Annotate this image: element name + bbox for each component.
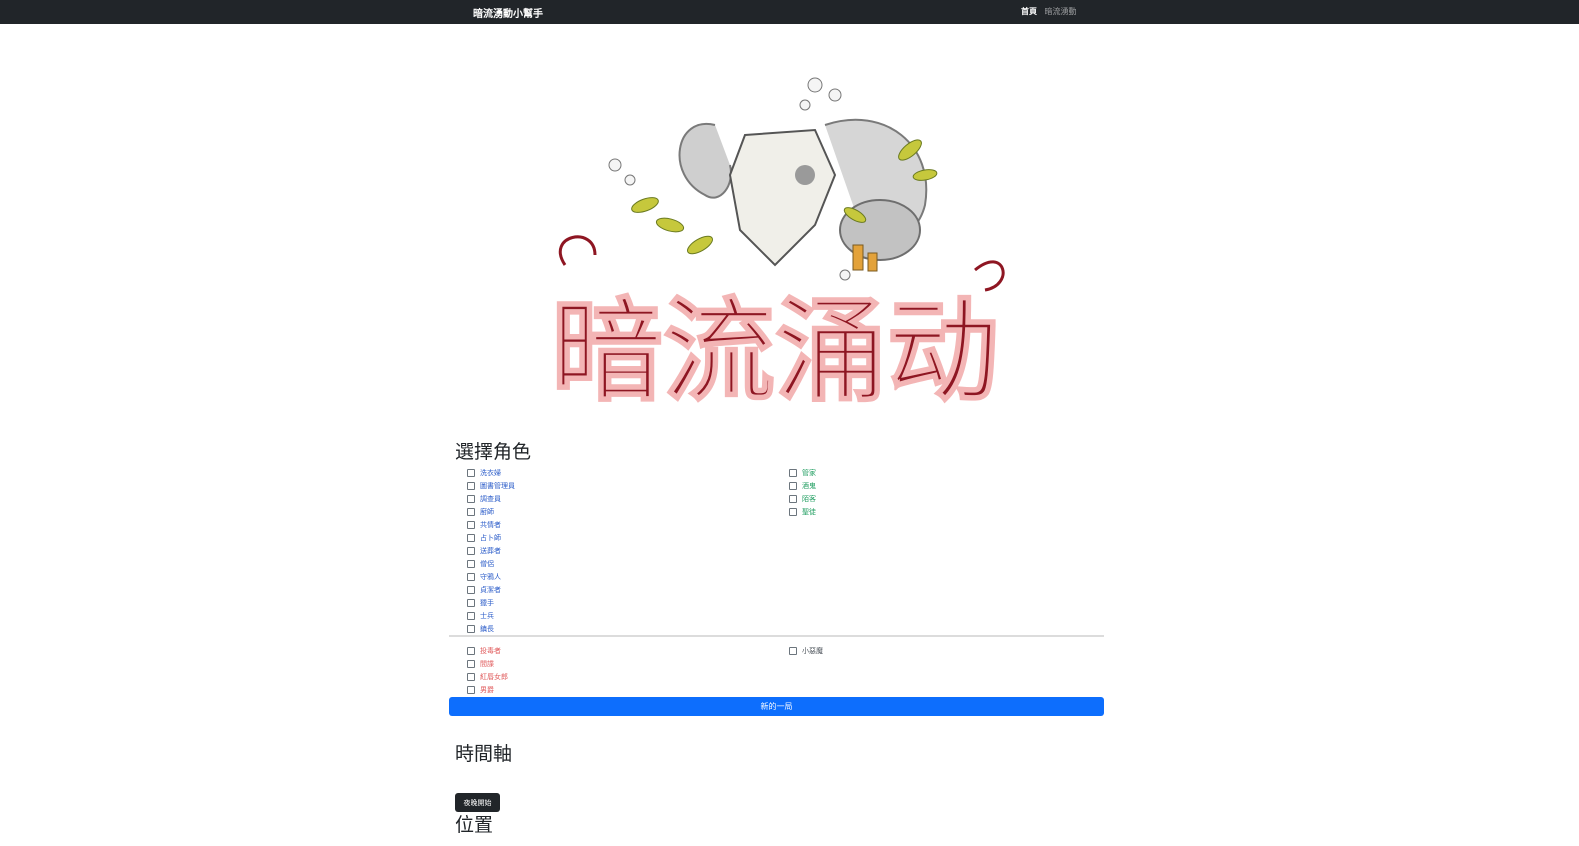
role-label: 管家 — [802, 468, 816, 477]
ram-skull — [728, 128, 837, 267]
role-checkbox[interactable] — [467, 611, 475, 620]
role-section-heading: 選擇角色 — [455, 441, 532, 463]
role-checkbox-item[interactable]: 守鴉人 — [467, 570, 515, 583]
role-checkbox[interactable] — [467, 481, 475, 490]
role-label: 占卜師 — [480, 533, 501, 542]
role-checkbox-item[interactable]: 管家 — [789, 466, 816, 479]
role-checkbox-item[interactable]: 貞潔者 — [467, 583, 515, 596]
role-label: 間諜 — [480, 659, 494, 668]
top-navbar: 暗流湧動小幫手 首頁 暗流湧動 — [0, 0, 1579, 24]
role-checkbox-item[interactable]: 間諜 — [467, 657, 508, 670]
role-checkbox[interactable] — [467, 598, 475, 607]
role-checkbox[interactable] — [467, 533, 475, 542]
role-label: 酒鬼 — [802, 481, 816, 490]
game-logo-image: 暗流涌动 — [550, 77, 1005, 418]
role-checkbox-item[interactable]: 占卜師 — [467, 531, 515, 544]
demon-list: 小惡魔 — [789, 644, 823, 657]
role-checkbox-item[interactable]: 送葬者 — [467, 544, 515, 557]
role-checkbox-item[interactable]: 聖徒 — [789, 505, 816, 518]
new-game-button[interactable]: 新的一局 — [449, 697, 1104, 716]
role-checkbox[interactable] — [789, 481, 797, 490]
skull-eye — [795, 165, 815, 185]
potion-bottle — [867, 252, 878, 272]
role-checkbox-item[interactable]: 圖書管理員 — [467, 479, 515, 492]
role-label: 貞潔者 — [480, 585, 501, 594]
role-label: 投毒者 — [480, 646, 501, 655]
role-label: 士兵 — [480, 611, 494, 620]
role-checkbox-item[interactable]: 鎮長 — [467, 622, 515, 635]
role-checkbox-item[interactable]: 僧侶 — [467, 557, 515, 570]
role-label: 紅唇女郎 — [480, 672, 508, 681]
role-checkbox[interactable] — [789, 468, 797, 477]
potion-bottle — [852, 244, 864, 271]
role-checkbox[interactable] — [467, 520, 475, 529]
nav-links: 首頁 暗流湧動 — [1021, 6, 1082, 17]
role-checkbox[interactable] — [789, 646, 797, 655]
role-label: 調查員 — [480, 494, 501, 503]
left-horn — [678, 122, 732, 199]
role-checkbox-item[interactable]: 紅唇女郎 — [467, 670, 508, 683]
nav-link-home[interactable]: 首頁 — [1021, 7, 1037, 16]
role-checkbox-item[interactable]: 共情者 — [467, 518, 515, 531]
role-checkbox[interactable] — [467, 585, 475, 594]
role-label: 小惡魔 — [802, 646, 823, 655]
role-checkbox-item[interactable]: 酒鬼 — [789, 479, 816, 492]
role-checkbox-item[interactable]: 陌客 — [789, 492, 816, 505]
navbar-brand[interactable]: 暗流湧動小幫手 — [473, 5, 543, 20]
role-label: 鎮長 — [480, 624, 494, 633]
logo-title: 暗流涌动 — [551, 286, 999, 417]
role-checkbox-item[interactable]: 洗衣婦 — [467, 466, 515, 479]
role-label: 共情者 — [480, 520, 501, 529]
role-label: 獵手 — [480, 598, 494, 607]
role-checkbox-item[interactable]: 調查員 — [467, 492, 515, 505]
role-checkbox-item[interactable]: 士兵 — [467, 609, 515, 622]
role-checkbox-item[interactable]: 獵手 — [467, 596, 515, 609]
role-checkbox-item[interactable]: 男爵 — [467, 683, 508, 696]
role-label: 聖徒 — [802, 507, 816, 516]
role-label: 洗衣婦 — [480, 468, 501, 477]
role-checkbox[interactable] — [467, 659, 475, 668]
role-label: 圖書管理員 — [480, 481, 515, 490]
role-checkbox-item[interactable]: 小惡魔 — [789, 644, 823, 657]
role-label: 男爵 — [480, 685, 494, 694]
role-checkbox[interactable] — [467, 646, 475, 655]
role-label: 送葬者 — [480, 546, 501, 555]
role-label: 守鴉人 — [480, 572, 501, 581]
role-label: 陌客 — [802, 494, 816, 503]
role-checkbox[interactable] — [467, 672, 475, 681]
timeline-heading: 時間軸 — [455, 743, 513, 765]
outsider-list: 管家 酒鬼 陌客 聖徒 — [789, 466, 816, 518]
role-checkbox[interactable] — [467, 685, 475, 694]
role-checkbox[interactable] — [467, 507, 475, 516]
role-checkbox[interactable] — [467, 572, 475, 581]
role-checkbox-item[interactable]: 廚師 — [467, 505, 515, 518]
role-checkbox[interactable] — [467, 468, 475, 477]
role-label: 僧侶 — [480, 559, 494, 568]
role-checkbox[interactable] — [467, 494, 475, 503]
position-heading: 位置 — [455, 814, 494, 836]
role-checkbox[interactable] — [789, 507, 797, 516]
role-checkbox[interactable] — [467, 624, 475, 633]
role-checkbox-item[interactable]: 投毒者 — [467, 644, 508, 657]
role-checkbox[interactable] — [789, 494, 797, 503]
townsfolk-list: 洗衣婦圖書管理員調查員廚師共情者占卜師送葬者僧侶守鴉人貞潔者獵手士兵鎮長 — [467, 466, 515, 635]
role-checkbox[interactable] — [467, 546, 475, 555]
role-checkbox[interactable] — [467, 559, 475, 568]
role-divider — [449, 635, 1104, 637]
role-label: 廚師 — [480, 507, 494, 516]
minion-list: 投毒者間諜紅唇女郎男爵 — [467, 644, 508, 696]
nav-link-game[interactable]: 暗流湧動 — [1045, 7, 1077, 16]
